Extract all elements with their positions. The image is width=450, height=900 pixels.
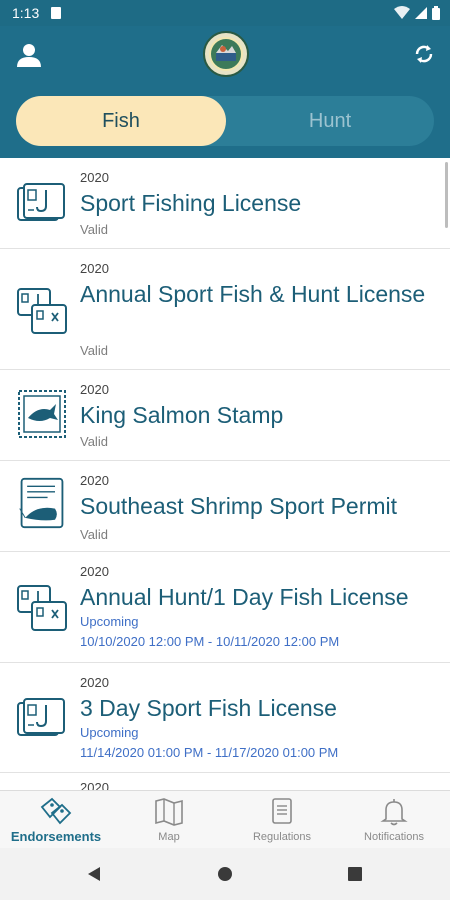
license-year: 2020 (80, 170, 109, 185)
license-status: Valid (80, 434, 108, 449)
wifi-icon (394, 6, 410, 19)
license-title: Southeast Shrimp Sport Permit (80, 493, 398, 519)
license-item-shrimp-permit[interactable]: 2020 Southeast Shrimp Sport Permit Valid (0, 461, 450, 552)
nav-label: Regulations (252, 831, 312, 843)
license-title: Sport Fishing License (80, 190, 302, 216)
license-status: Valid (80, 222, 108, 237)
nav-label: Notifications (364, 831, 424, 843)
app-header (0, 26, 450, 84)
license-year: 2020 (80, 675, 109, 690)
license-item-annual-fish-hunt[interactable]: 2020 Annual Sport Fish & Hunt License Va… (0, 249, 450, 370)
license-dates: 10/10/2020 12:00 PM - 10/11/2020 12:00 P… (80, 634, 340, 649)
tags-icon (40, 797, 72, 825)
license-year: 2020 (80, 564, 109, 579)
battery-icon (432, 6, 440, 20)
sync-icon[interactable] (412, 42, 436, 66)
license-title: Annual Sport Fish & Hunt License (80, 281, 426, 307)
bottom-nav: Endorsements Map Regulations Notificatio… (0, 790, 450, 848)
sd-card-icon (51, 7, 61, 19)
segment-band: Fish Hunt (0, 84, 450, 158)
nav-endorsements[interactable]: Endorsements (0, 791, 112, 849)
license-dates: 11/14/2020 01:00 PM - 11/17/2020 01:00 P… (80, 745, 339, 760)
license-year: 2020 (80, 261, 109, 276)
fish-hunt-toggle: Fish Hunt (16, 96, 434, 146)
license-year: 2020 (80, 473, 109, 488)
profile-icon[interactable] (16, 42, 42, 68)
license-list[interactable]: 2020 Sport Fishing License Valid 2020 An… (0, 158, 450, 790)
nav-regulations[interactable]: Regulations (226, 791, 338, 849)
license-year: 2020 (80, 382, 109, 397)
home-icon[interactable] (218, 867, 232, 881)
license-card-icon (17, 183, 65, 221)
license-year: 2020 (80, 780, 109, 790)
license-item-king-salmon[interactable]: 2020 King Salmon Stamp Valid (0, 370, 450, 461)
license-title: King Salmon Stamp (80, 402, 284, 428)
license-title: Annual Hunt/1 Day Fish License (80, 584, 409, 610)
nav-notifications[interactable]: Notifications (338, 791, 450, 849)
license-card-icon (17, 698, 65, 736)
back-icon[interactable] (88, 867, 100, 881)
nav-label: Map (158, 831, 180, 843)
license-item-sport-fishing[interactable]: 2020 Sport Fishing License Valid (0, 158, 450, 249)
map-icon (155, 798, 183, 826)
license-status: Upcoming (80, 725, 139, 740)
tab-fish[interactable]: Fish (16, 96, 226, 146)
status-icons (394, 6, 440, 20)
salmon-stamp-icon (18, 390, 66, 438)
double-license-icon (17, 288, 67, 334)
license-status: Valid (80, 343, 108, 358)
tab-hunt[interactable]: Hunt (226, 96, 434, 146)
license-item-3day-sport-fish[interactable]: 2020 3 Day Sport Fish License Upcoming 1… (0, 663, 450, 773)
status-bar: 1:13 (0, 0, 450, 26)
signal-icon (415, 7, 427, 19)
license-item-annual-hunt-1day-fish[interactable]: 2020 Annual Hunt/1 Day Fish License Upco… (0, 552, 450, 663)
status-time: 1:13 (12, 5, 40, 21)
shrimp-permit-icon (19, 477, 64, 529)
recent-apps-icon[interactable] (348, 867, 362, 881)
regulations-icon (272, 798, 292, 824)
license-status: Valid (80, 527, 108, 542)
state-seal-logo (203, 31, 249, 77)
system-nav-bar (0, 848, 450, 900)
bell-icon (380, 799, 408, 826)
license-status: Upcoming (80, 614, 139, 629)
nav-map[interactable]: Map (113, 791, 225, 849)
nav-label: Endorsements (10, 829, 102, 844)
double-license-icon (17, 585, 67, 631)
license-title: 3 Day Sport Fish License (80, 695, 337, 721)
